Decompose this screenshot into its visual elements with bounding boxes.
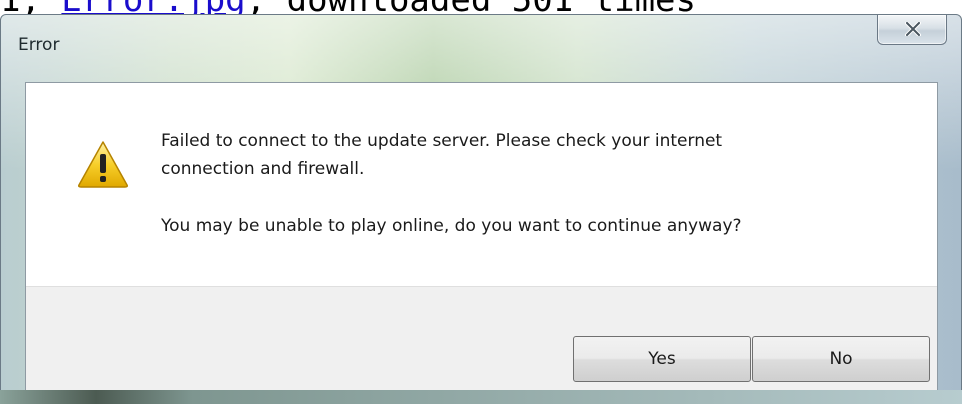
close-icon: [905, 22, 921, 36]
window-bottom-edge: [0, 390, 962, 404]
message-line-2: connection and firewall.: [161, 159, 365, 179]
close-button[interactable]: [877, 15, 947, 45]
yes-button[interactable]: Yes: [573, 336, 751, 382]
dialog-button-bar: Yes No: [26, 286, 937, 404]
dialog-message-area: Failed to connect to the update server. …: [26, 83, 937, 286]
message-line-3: You may be unable to play online, do you…: [161, 216, 742, 236]
message-line-1: Failed to connect to the update server. …: [161, 131, 723, 151]
dialog-title: Error: [18, 35, 60, 55]
warning-icon: [78, 141, 128, 188]
dialog-client-area: Failed to connect to the update server. …: [25, 82, 938, 404]
screen: 1, Error.jpg, downloaded 501 times Error: [0, 0, 967, 404]
dialog-titlebar[interactable]: Error: [1, 15, 961, 75]
no-button[interactable]: No: [752, 336, 930, 382]
error-dialog: Error Failed to connect to the update se…: [0, 14, 962, 404]
